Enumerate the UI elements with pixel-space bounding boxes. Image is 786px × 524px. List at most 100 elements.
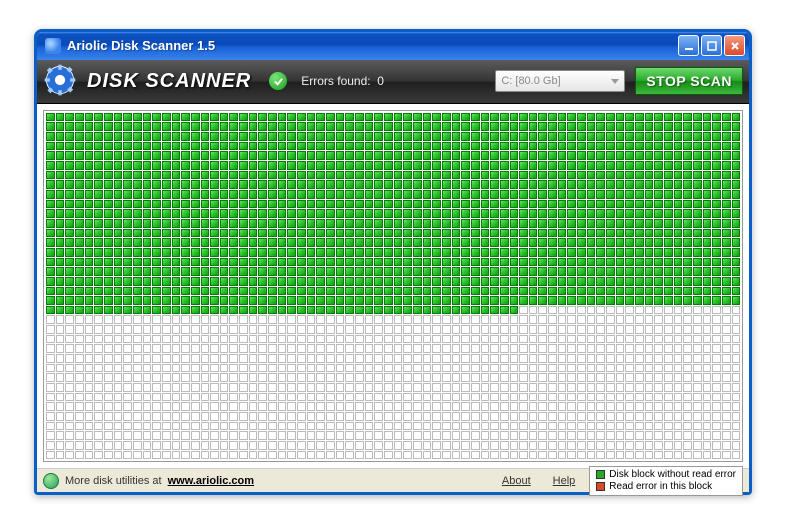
block-ok	[645, 190, 654, 199]
block-unscanned	[490, 344, 499, 353]
block-unscanned	[683, 354, 692, 363]
block-ok	[65, 229, 74, 238]
block-unscanned	[85, 393, 94, 402]
block-unscanned	[104, 325, 113, 334]
block-unscanned	[355, 383, 364, 392]
scan-grid-area	[37, 104, 749, 469]
block-ok	[712, 258, 721, 267]
block-ok	[461, 296, 470, 305]
block-unscanned	[258, 373, 267, 382]
block-unscanned	[538, 335, 547, 344]
block-unscanned	[229, 441, 238, 450]
block-unscanned	[616, 422, 625, 431]
block-ok	[510, 180, 519, 189]
block-ok	[452, 122, 461, 131]
block-unscanned	[577, 393, 586, 402]
block-unscanned	[664, 373, 673, 382]
block-unscanned	[654, 402, 663, 411]
block-ok	[558, 229, 567, 238]
block-ok	[94, 190, 103, 199]
block-ok	[577, 287, 586, 296]
block-ok	[143, 122, 152, 131]
block-ok	[722, 296, 731, 305]
block-ok	[664, 171, 673, 180]
block-unscanned	[693, 441, 702, 450]
block-unscanned	[307, 422, 316, 431]
block-ok	[384, 267, 393, 276]
block-unscanned	[143, 364, 152, 373]
block-ok	[645, 132, 654, 141]
block-ok	[693, 142, 702, 151]
block-unscanned	[413, 373, 422, 382]
block-ok	[56, 306, 65, 315]
website-link[interactable]: www.ariolic.com	[168, 475, 254, 487]
block-ok	[162, 229, 171, 238]
block-unscanned	[316, 441, 325, 450]
block-ok	[403, 151, 412, 160]
block-ok	[635, 142, 644, 151]
block-unscanned	[249, 344, 258, 353]
about-link[interactable]: About	[502, 475, 531, 487]
block-ok	[471, 287, 480, 296]
stop-scan-button[interactable]: STOP SCAN	[635, 67, 743, 95]
block-unscanned	[345, 335, 354, 344]
block-ok	[365, 161, 374, 170]
block-unscanned	[616, 402, 625, 411]
block-unscanned	[384, 422, 393, 431]
block-ok	[56, 238, 65, 247]
block-ok	[461, 219, 470, 228]
block-unscanned	[567, 373, 576, 382]
block-ok	[625, 258, 634, 267]
block-ok	[220, 248, 229, 257]
block-unscanned	[133, 373, 142, 382]
close-button[interactable]	[724, 35, 745, 56]
block-ok	[606, 209, 615, 218]
block-ok	[664, 132, 673, 141]
block-ok	[258, 306, 267, 315]
block-ok	[500, 142, 509, 151]
maximize-button[interactable]	[701, 35, 722, 56]
block-ok	[413, 151, 422, 160]
toolbar: DISK SCANNER Errors found: 0 C: [80.0 Gb…	[37, 60, 749, 104]
block-unscanned	[75, 412, 84, 421]
block-unscanned	[249, 335, 258, 344]
block-unscanned	[645, 344, 654, 353]
block-ok	[258, 277, 267, 286]
block-ok	[181, 258, 190, 267]
block-unscanned	[365, 354, 374, 363]
block-ok	[712, 113, 721, 122]
block-unscanned	[703, 383, 712, 392]
block-ok	[616, 132, 625, 141]
block-ok	[220, 151, 229, 160]
block-ok	[490, 296, 499, 305]
block-ok	[65, 151, 74, 160]
block-ok	[432, 113, 441, 122]
block-unscanned	[268, 451, 277, 460]
block-unscanned	[181, 393, 190, 402]
block-ok	[606, 200, 615, 209]
drive-select[interactable]: C: [80.0 Gb]	[495, 70, 625, 92]
block-ok	[461, 277, 470, 286]
block-ok	[374, 209, 383, 218]
block-ok	[374, 258, 383, 267]
block-ok	[413, 200, 422, 209]
block-ok	[46, 296, 55, 305]
titlebar[interactable]: Ariolic Disk Scanner 1.5	[37, 32, 749, 60]
minimize-button[interactable]	[678, 35, 699, 56]
block-ok	[307, 190, 316, 199]
block-ok	[56, 277, 65, 286]
block-unscanned	[567, 402, 576, 411]
block-ok	[674, 142, 683, 151]
block-ok	[65, 238, 74, 247]
help-link[interactable]: Help	[553, 475, 576, 487]
block-unscanned	[587, 412, 596, 421]
block-ok	[538, 209, 547, 218]
block-unscanned	[403, 402, 412, 411]
block-ok	[278, 248, 287, 257]
block-unscanned	[239, 412, 248, 421]
block-unscanned	[104, 412, 113, 421]
block-ok	[75, 219, 84, 228]
block-ok	[519, 171, 528, 180]
block-ok	[239, 132, 248, 141]
block-unscanned	[712, 335, 721, 344]
